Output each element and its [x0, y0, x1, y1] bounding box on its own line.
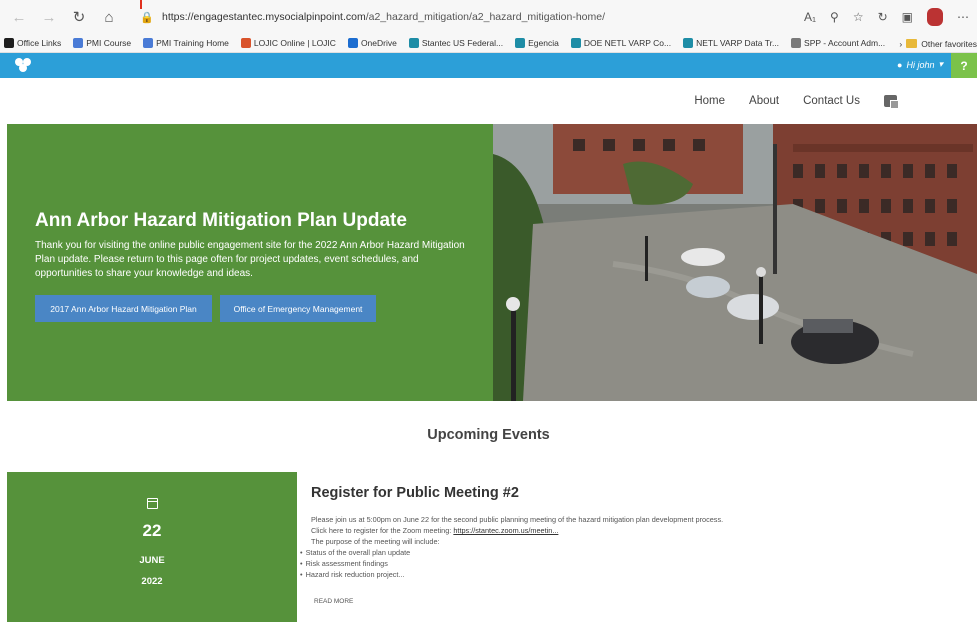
favorite-icon: [683, 38, 694, 48]
hero-description: Thank you for visiting the online public…: [35, 240, 465, 279]
profile-avatar[interactable]: [927, 8, 943, 26]
favorite-icon: [240, 38, 251, 48]
site-top-bar: ● Hi john ▾ ?: [0, 53, 977, 78]
back-icon[interactable]: ←: [8, 6, 30, 28]
favorite-icon: [73, 38, 84, 48]
event-line-1: Please join us at 5:00pm on June 22 for …: [311, 515, 724, 524]
favorite-label: LOJIC Online | LOJIC: [253, 38, 336, 48]
event-date-card: 22 JUNE 2022: [7, 472, 297, 622]
favorite-item[interactable]: Egencia: [515, 38, 559, 48]
favorite-item[interactable]: DOE NETL VARP Co...: [570, 38, 672, 48]
favorite-item[interactable]: OneDrive: [347, 38, 397, 48]
site-logo-icon[interactable]: [14, 57, 32, 73]
refresh-icon[interactable]: ↻: [68, 6, 90, 28]
favorite-icon: [408, 38, 419, 48]
user-menu[interactable]: ● Hi john ▾: [897, 59, 943, 70]
favorite-item[interactable]: NETL VARP Data Tr...: [683, 38, 779, 48]
read-more-link[interactable]: READ MORE: [314, 598, 353, 605]
zoom-link[interactable]: https://stantec.zoom.us/meetin...: [453, 526, 558, 535]
user-icon: ●: [897, 59, 903, 70]
favorite-icon: [791, 38, 802, 48]
other-favorites-label: Other favorites: [921, 38, 977, 49]
event-day: 22: [142, 521, 162, 540]
address-bar[interactable]: 🔒 https://engagestantec.mysocialpinpoint…: [140, 5, 860, 29]
zoom-icon[interactable]: ⚲: [830, 10, 839, 24]
translate-icon[interactable]: [884, 95, 899, 109]
favorite-item[interactable]: SPP - Account Adm...: [791, 38, 885, 48]
other-favorites[interactable]: › Other favorites: [893, 34, 977, 52]
favorite-item[interactable]: PMI Training Home: [143, 38, 229, 48]
url-path: /a2_hazard_mitigation/a2_hazard_mitigati…: [365, 11, 606, 23]
favorite-icon: [515, 38, 526, 48]
favorite-label: Stantec US Federal...: [421, 38, 504, 48]
hero-banner: Ann Arbor Hazard Mitigation Plan Update …: [7, 124, 977, 401]
site-nav: Home About Contact Us: [0, 78, 977, 124]
favorite-star-icon[interactable]: ☆: [853, 10, 864, 24]
nav-contact-us[interactable]: Contact Us: [803, 95, 860, 107]
favorite-label: PMI Training Home: [156, 38, 229, 48]
favorite-item[interactable]: Office Links: [4, 38, 61, 48]
favorite-icon: [143, 38, 154, 48]
more-menu-icon[interactable]: ⋯: [957, 10, 969, 24]
lock-icon: 🔒: [140, 11, 154, 24]
folder-icon: [906, 39, 918, 48]
hero-flood-photo: [493, 124, 977, 401]
help-button[interactable]: ?: [951, 53, 977, 78]
favorite-label: Egencia: [528, 38, 559, 48]
favorite-icon: [4, 38, 14, 48]
forward-icon[interactable]: →: [38, 6, 60, 28]
event-title[interactable]: Register for Public Meeting #2: [311, 485, 519, 501]
calendar-icon: [147, 498, 158, 509]
event-month: JUNE: [139, 555, 165, 566]
read-aloud-icon[interactable]: A₁: [804, 10, 816, 24]
favorite-label: NETL VARP Data Tr...: [696, 38, 780, 48]
hazard-plan-2017-button[interactable]: 2017 Ann Arbor Hazard Mitigation Plan: [35, 295, 212, 322]
nav-about[interactable]: About: [749, 95, 779, 107]
browser-essentials-icon[interactable]: ↻: [878, 10, 888, 24]
caret-down-icon: ▾: [938, 59, 943, 69]
favorite-icon: [347, 38, 358, 48]
favorite-item[interactable]: LOJIC Online | LOJIC: [240, 38, 336, 48]
favorite-label: PMI Course: [86, 38, 132, 48]
hero-title: Ann Arbor Hazard Mitigation Plan Update: [35, 210, 407, 231]
event-year: 2022: [141, 576, 163, 587]
favorite-icon: [570, 38, 581, 48]
bullet-item: Risk assessment findings: [300, 558, 410, 569]
url-domain: https://engagestantec.mysocialpinpoint.c…: [162, 11, 366, 23]
bullet-item: Hazard risk reduction project...: [300, 569, 410, 580]
user-greeting: Hi john: [906, 59, 935, 70]
nav-home[interactable]: Home: [694, 95, 725, 107]
event-line-2: Click here to register for the Zoom meet…: [311, 525, 951, 536]
browser-actions: A₁ ⚲ ☆ ↻ ▣ ⋯: [804, 5, 969, 29]
hero-panel: Ann Arbor Hazard Mitigation Plan Update …: [7, 124, 493, 401]
favorite-item[interactable]: PMI Course: [73, 38, 131, 48]
favorite-label: SPP - Account Adm...: [804, 38, 886, 48]
event-bullet-list: Status of the overall plan update Risk a…: [300, 547, 411, 581]
bullet-item: Status of the overall plan update: [300, 547, 411, 558]
favorite-label: DOE NETL VARP Co...: [583, 38, 672, 48]
home-icon[interactable]: ⌂: [98, 6, 120, 28]
event-line-3: The purpose of the meeting will include:: [311, 537, 440, 547]
collections-icon[interactable]: ▣: [902, 10, 913, 24]
emergency-management-button[interactable]: Office of Emergency Management: [220, 295, 376, 322]
url-text: https://engagestantec.mysocialpinpoint.c…: [162, 11, 605, 23]
event-description: Please join us at 5:00pm on June 22 for …: [311, 514, 951, 548]
favorite-item[interactable]: Stantec US Federal...: [408, 38, 504, 48]
favorites-bar: Office Links PMI Course PMI Training Home L…: [0, 34, 977, 53]
upcoming-events-heading: Upcoming Events: [427, 427, 550, 443]
chevron-right-icon[interactable]: ›: [899, 39, 902, 49]
register-text: Click here to register for the Zoom meet…: [311, 526, 454, 536]
favorite-label: Office Links: [17, 38, 62, 48]
favorite-label: OneDrive: [360, 38, 397, 48]
